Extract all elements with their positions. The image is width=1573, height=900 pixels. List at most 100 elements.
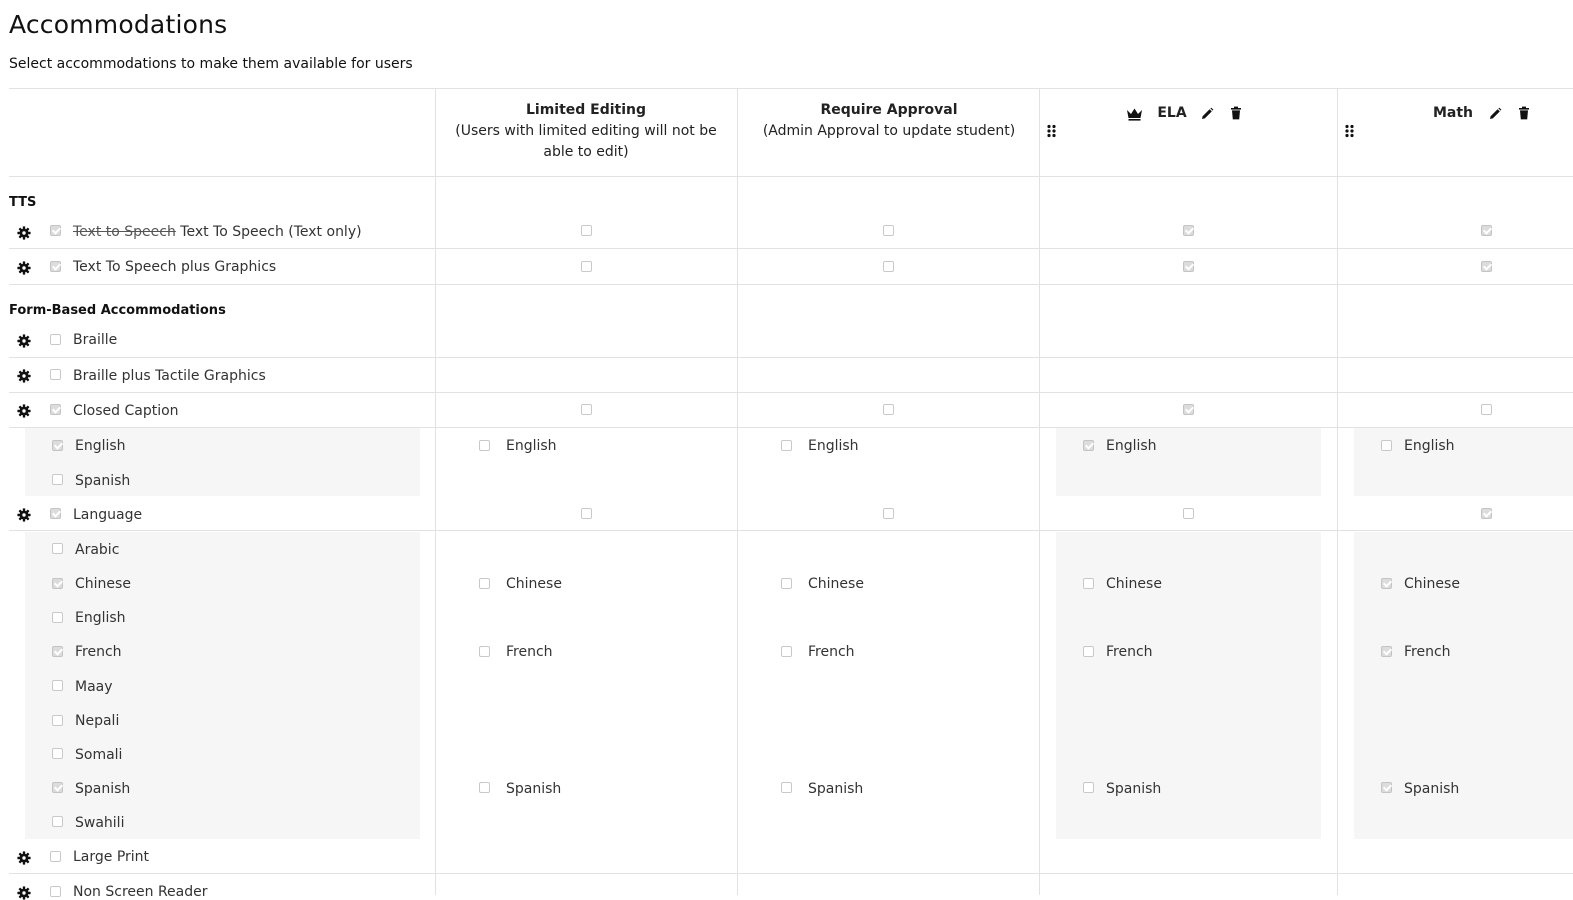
require-approval-title: Require Approval	[820, 102, 958, 118]
checkbox-limited-closed-caption[interactable]	[581, 404, 592, 415]
gear-icon[interactable]	[17, 261, 31, 275]
cc-spanish-label: Spanish	[75, 473, 131, 489]
checkbox-approval-lang-chinese[interactable]	[781, 578, 792, 589]
lang-maay-label: Maay	[75, 679, 113, 695]
limited-lang-french-label: French	[506, 644, 553, 660]
checkbox-large-print[interactable]	[50, 851, 61, 862]
checkbox-math-closed-caption[interactable]	[1481, 404, 1492, 415]
checkbox-approval-tts-text-only[interactable]	[883, 225, 894, 236]
tts-graphics-label: Text To Speech plus Graphics	[73, 259, 277, 275]
approval-cc-english-label: English	[808, 438, 859, 454]
checkbox-approval-language[interactable]	[883, 508, 894, 519]
checkbox-approval-lang-spanish[interactable]	[781, 782, 792, 793]
checkbox-braille[interactable]	[50, 334, 61, 345]
checkbox-limited-cc-english[interactable]	[479, 440, 490, 451]
pencil-icon[interactable]	[1488, 107, 1502, 121]
checkbox-approval-cc-english[interactable]	[781, 440, 792, 451]
checkbox-limited-lang-spanish[interactable]	[479, 782, 490, 793]
checkbox-ela-lang-spanish[interactable]	[1083, 782, 1094, 793]
require-approval-header: Require Approval (Admin Approval to upda…	[758, 100, 1020, 142]
large-print-label: Large Print	[73, 849, 150, 865]
drag-handle-icon[interactable]	[1344, 124, 1356, 138]
checkbox-limited-tts-text-only[interactable]	[581, 225, 592, 236]
gear-icon[interactable]	[17, 334, 31, 348]
math-cc-english-label: English	[1404, 438, 1455, 454]
divider	[9, 427, 1573, 428]
checkbox-language[interactable]	[50, 508, 61, 519]
checkbox-ela-cc-english[interactable]	[1083, 440, 1094, 451]
gear-icon[interactable]	[17, 404, 31, 418]
checkbox-limited-language[interactable]	[581, 508, 592, 519]
checkbox-math-tts-text-only[interactable]	[1481, 225, 1492, 236]
checkbox-math-lang-french[interactable]	[1381, 646, 1392, 657]
require-approval-desc: (Admin Approval to update student)	[762, 123, 1016, 139]
lang-french-label: French	[75, 644, 122, 660]
gear-icon[interactable]	[17, 369, 31, 383]
gear-icon[interactable]	[17, 226, 31, 240]
column-divider	[435, 88, 436, 895]
limited-editing-header: Limited Editing (Users with limited edit…	[455, 100, 717, 163]
checkbox-limited-lang-chinese[interactable]	[479, 578, 490, 589]
lang-spanish-label: Spanish	[75, 781, 131, 797]
crown-icon	[1127, 108, 1142, 121]
closed-caption-label: Closed Caption	[73, 403, 179, 419]
ela-title: ELA	[1157, 105, 1187, 121]
checkbox-ela-tts-text-only[interactable]	[1183, 225, 1194, 236]
checkbox-approval-tts-graphics[interactable]	[883, 261, 894, 272]
ela-lang-french-label: French	[1106, 644, 1153, 660]
checkbox-non-screen-reader[interactable]	[50, 886, 61, 897]
gear-icon[interactable]	[17, 886, 31, 900]
limited-editing-title: Limited Editing	[525, 102, 647, 118]
checkbox-limited-tts-graphics[interactable]	[581, 261, 592, 272]
math-title: Math	[1432, 105, 1474, 121]
lang-english-label: English	[75, 610, 126, 626]
checkbox-math-language[interactable]	[1481, 508, 1492, 519]
checkbox-lang-swahili[interactable]	[52, 816, 63, 827]
braille-label: Braille	[73, 332, 118, 348]
checkbox-math-tts-graphics[interactable]	[1481, 261, 1492, 272]
braille-tactile-label: Braille plus Tactile Graphics	[73, 368, 266, 384]
checkbox-math-lang-chinese[interactable]	[1381, 578, 1392, 589]
checkbox-lang-spanish[interactable]	[52, 782, 63, 793]
checkbox-lang-somali[interactable]	[52, 748, 63, 759]
ela-lang-chinese-label: Chinese	[1106, 576, 1162, 592]
trash-icon[interactable]	[1517, 106, 1531, 120]
page-subtitle: Select accommodations to make them avail…	[9, 56, 413, 72]
checkbox-lang-english[interactable]	[52, 612, 63, 623]
ela-lang-panel	[1056, 532, 1321, 839]
checkbox-lang-maay[interactable]	[52, 680, 63, 691]
checkbox-ela-lang-chinese[interactable]	[1083, 578, 1094, 589]
gear-icon[interactable]	[17, 508, 31, 522]
checkbox-ela-closed-caption[interactable]	[1183, 404, 1194, 415]
checkbox-cc-english[interactable]	[52, 440, 63, 451]
checkbox-lang-chinese[interactable]	[52, 578, 63, 589]
checkbox-closed-caption[interactable]	[50, 404, 61, 415]
divider	[9, 248, 1573, 249]
pencil-icon[interactable]	[1200, 107, 1214, 121]
checkbox-ela-language[interactable]	[1183, 508, 1194, 519]
checkbox-lang-arabic[interactable]	[52, 543, 63, 554]
trash-icon[interactable]	[1229, 106, 1243, 120]
checkbox-approval-lang-french[interactable]	[781, 646, 792, 657]
language-label: Language	[73, 507, 143, 523]
checkbox-ela-lang-french[interactable]	[1083, 646, 1094, 657]
divider	[9, 88, 1573, 89]
checkbox-limited-lang-french[interactable]	[479, 646, 490, 657]
tts-strike-label: Text to Speech	[73, 224, 176, 240]
checkbox-cc-spanish[interactable]	[52, 474, 63, 485]
checkbox-ela-tts-graphics[interactable]	[1183, 261, 1194, 272]
checkbox-math-lang-spanish[interactable]	[1381, 782, 1392, 793]
checkbox-tts-text-only[interactable]	[50, 225, 61, 236]
column-divider	[1039, 88, 1040, 895]
checkbox-lang-nepali[interactable]	[52, 715, 63, 726]
tts-text-only-label: Text to Speech Text To Speech (Text only…	[73, 224, 362, 240]
checkbox-braille-tactile[interactable]	[50, 369, 61, 380]
checkbox-math-cc-english[interactable]	[1381, 440, 1392, 451]
drag-handle-icon[interactable]	[1046, 124, 1058, 138]
divider	[9, 284, 1573, 285]
checkbox-tts-graphics[interactable]	[50, 261, 61, 272]
divider	[9, 357, 1573, 358]
gear-icon[interactable]	[17, 851, 31, 865]
checkbox-lang-french[interactable]	[52, 646, 63, 657]
checkbox-approval-closed-caption[interactable]	[883, 404, 894, 415]
